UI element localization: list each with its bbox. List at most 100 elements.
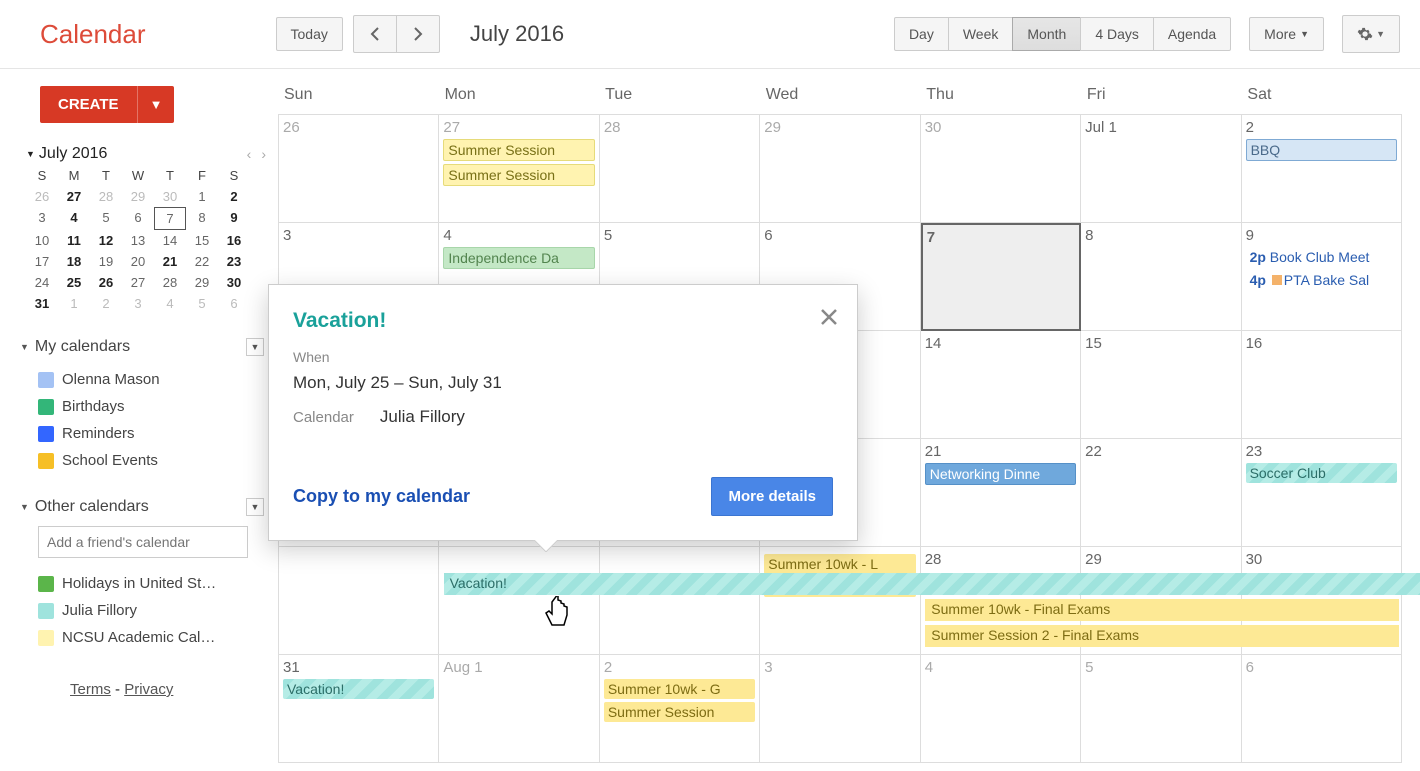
mini-day-cell[interactable]: 5 bbox=[90, 207, 122, 230]
mini-day-cell[interactable]: 7 bbox=[154, 207, 186, 230]
mini-day-cell[interactable]: 16 bbox=[218, 230, 250, 251]
day-cell[interactable]: 6 bbox=[1242, 655, 1402, 763]
mini-day-cell[interactable]: 9 bbox=[218, 207, 250, 230]
mini-day-cell[interactable]: 14 bbox=[154, 230, 186, 251]
settings-button[interactable]: ▼ bbox=[1342, 15, 1400, 53]
mini-day-cell[interactable]: 18 bbox=[58, 251, 90, 272]
mini-day-cell[interactable]: 29 bbox=[186, 272, 218, 293]
event-bar[interactable]: Summer 10wk - Final Exams bbox=[925, 599, 1399, 621]
day-cell[interactable] bbox=[279, 547, 439, 655]
next-button[interactable] bbox=[396, 15, 440, 53]
privacy-link[interactable]: Privacy bbox=[124, 681, 173, 698]
copy-to-calendar-link[interactable]: Copy to my calendar bbox=[293, 486, 470, 507]
mini-day-cell[interactable]: 28 bbox=[154, 272, 186, 293]
day-cell[interactable]: 5 bbox=[1081, 655, 1241, 763]
mini-day-cell[interactable]: 26 bbox=[26, 186, 58, 207]
day-cell[interactable]: 14 bbox=[921, 331, 1081, 439]
my-calendars-menu-button[interactable]: ▼ bbox=[246, 338, 264, 356]
day-cell[interactable]: 31Vacation! bbox=[279, 655, 439, 763]
day-cell[interactable]: 23Soccer Club bbox=[1242, 439, 1402, 547]
mini-day-cell[interactable]: 5 bbox=[186, 293, 218, 314]
other-calendars-menu-button[interactable]: ▼ bbox=[246, 498, 264, 516]
view-tab-agenda[interactable]: Agenda bbox=[1153, 17, 1231, 51]
calendar-item[interactable]: Birthdays bbox=[38, 393, 270, 420]
add-friend-input[interactable] bbox=[38, 526, 248, 558]
more-details-button[interactable]: More details bbox=[711, 477, 833, 516]
create-button[interactable]: CREATE bbox=[40, 86, 137, 123]
day-cell[interactable]: 27Summer SessionSummer Session bbox=[439, 115, 599, 223]
prev-button[interactable] bbox=[353, 15, 397, 53]
mini-day-cell[interactable]: 27 bbox=[122, 272, 154, 293]
mini-day-cell[interactable]: 2 bbox=[218, 186, 250, 207]
day-cell[interactable]: Aug 1 bbox=[439, 655, 599, 763]
mini-day-cell[interactable]: 2 bbox=[90, 293, 122, 314]
day-cell[interactable]: 28 bbox=[600, 115, 760, 223]
mini-day-cell[interactable]: 26 bbox=[90, 272, 122, 293]
mini-day-cell[interactable]: 19 bbox=[90, 251, 122, 272]
day-cell[interactable]: 15 bbox=[1081, 331, 1241, 439]
more-button[interactable]: More ▼ bbox=[1249, 17, 1324, 51]
create-dropdown-button[interactable]: ▼ bbox=[137, 86, 175, 123]
calendar-item[interactable]: Holidays in United St… bbox=[38, 570, 270, 597]
event-bar[interactable]: Summer Session 2 - Final Exams bbox=[925, 625, 1399, 647]
mini-day-cell[interactable]: 28 bbox=[90, 186, 122, 207]
mini-prev-button[interactable]: ‹ bbox=[243, 146, 256, 162]
expand-icon[interactable]: ▼ bbox=[20, 502, 29, 512]
event-chip[interactable]: Summer Session bbox=[443, 164, 594, 186]
mini-day-cell[interactable]: 3 bbox=[26, 207, 58, 230]
mini-day-cell[interactable]: 8 bbox=[186, 207, 218, 230]
close-button[interactable] bbox=[819, 303, 839, 334]
mini-day-cell[interactable]: 12 bbox=[90, 230, 122, 251]
event-chip[interactable]: 2p Book Club Meet bbox=[1246, 247, 1397, 267]
mini-day-cell[interactable]: 20 bbox=[122, 251, 154, 272]
day-cell[interactable]: 22 bbox=[1081, 439, 1241, 547]
calendar-item[interactable]: Olenna Mason bbox=[38, 366, 270, 393]
mini-day-cell[interactable]: 25 bbox=[58, 272, 90, 293]
day-cell[interactable]: 92p Book Club Meet4p PTA Bake Sal bbox=[1242, 223, 1402, 331]
event-chip[interactable]: Soccer Club bbox=[1246, 463, 1397, 483]
mini-day-cell[interactable]: 1 bbox=[58, 293, 90, 314]
mini-day-cell[interactable]: 6 bbox=[122, 207, 154, 230]
day-cell[interactable]: 26 bbox=[279, 115, 439, 223]
day-cell[interactable]: 2Summer 10wk - GSummer Session bbox=[600, 655, 760, 763]
mini-day-cell[interactable]: 31 bbox=[26, 293, 58, 314]
day-cell[interactable]: 16 bbox=[1242, 331, 1402, 439]
mini-day-cell[interactable]: 3 bbox=[122, 293, 154, 314]
mini-day-cell[interactable]: 30 bbox=[154, 186, 186, 207]
popup-title[interactable]: Vacation! bbox=[293, 309, 833, 333]
day-cell[interactable]: Jul 1 bbox=[1081, 115, 1241, 223]
mini-day-cell[interactable]: 13 bbox=[122, 230, 154, 251]
day-cell[interactable]: 2BBQ bbox=[1242, 115, 1402, 223]
expand-icon[interactable]: ▼ bbox=[26, 149, 35, 159]
day-cell[interactable]: 7 bbox=[921, 223, 1081, 331]
mini-day-cell[interactable]: 23 bbox=[218, 251, 250, 272]
day-cell[interactable]: 30 bbox=[921, 115, 1081, 223]
event-chip[interactable]: Summer Session bbox=[604, 702, 755, 722]
day-cell[interactable]: 29 bbox=[760, 115, 920, 223]
mini-day-cell[interactable]: 4 bbox=[154, 293, 186, 314]
mini-day-cell[interactable]: 11 bbox=[58, 230, 90, 251]
day-cell[interactable]: 3 bbox=[760, 655, 920, 763]
view-tab-week[interactable]: Week bbox=[948, 17, 1014, 51]
day-cell[interactable]: 8 bbox=[1081, 223, 1241, 331]
event-chip[interactable]: Summer 10wk - G bbox=[604, 679, 755, 699]
event-chip[interactable]: Independence Da bbox=[443, 247, 594, 269]
mini-day-cell[interactable]: 1 bbox=[186, 186, 218, 207]
mini-day-cell[interactable]: 30 bbox=[218, 272, 250, 293]
mini-day-cell[interactable]: 29 bbox=[122, 186, 154, 207]
terms-link[interactable]: Terms bbox=[70, 681, 111, 698]
event-chip[interactable]: Summer 10wk - L bbox=[764, 554, 915, 574]
day-cell[interactable]: Summer 10wk - LSummer Session bbox=[760, 547, 920, 655]
today-button[interactable]: Today bbox=[276, 17, 343, 51]
calendar-item[interactable]: Reminders bbox=[38, 420, 270, 447]
mini-day-cell[interactable]: 21 bbox=[154, 251, 186, 272]
day-cell[interactable]: 21Networking Dinne bbox=[921, 439, 1081, 547]
view-tab-month[interactable]: Month bbox=[1012, 17, 1081, 51]
mini-day-cell[interactable]: 10 bbox=[26, 230, 58, 251]
day-cell[interactable] bbox=[600, 547, 760, 655]
mini-day-cell[interactable]: 27 bbox=[58, 186, 90, 207]
event-chip[interactable]: Vacation! bbox=[283, 679, 434, 699]
mini-next-button[interactable]: › bbox=[257, 146, 270, 162]
event-chip[interactable]: 4p PTA Bake Sal bbox=[1246, 270, 1397, 290]
view-tab-4-days[interactable]: 4 Days bbox=[1080, 17, 1154, 51]
